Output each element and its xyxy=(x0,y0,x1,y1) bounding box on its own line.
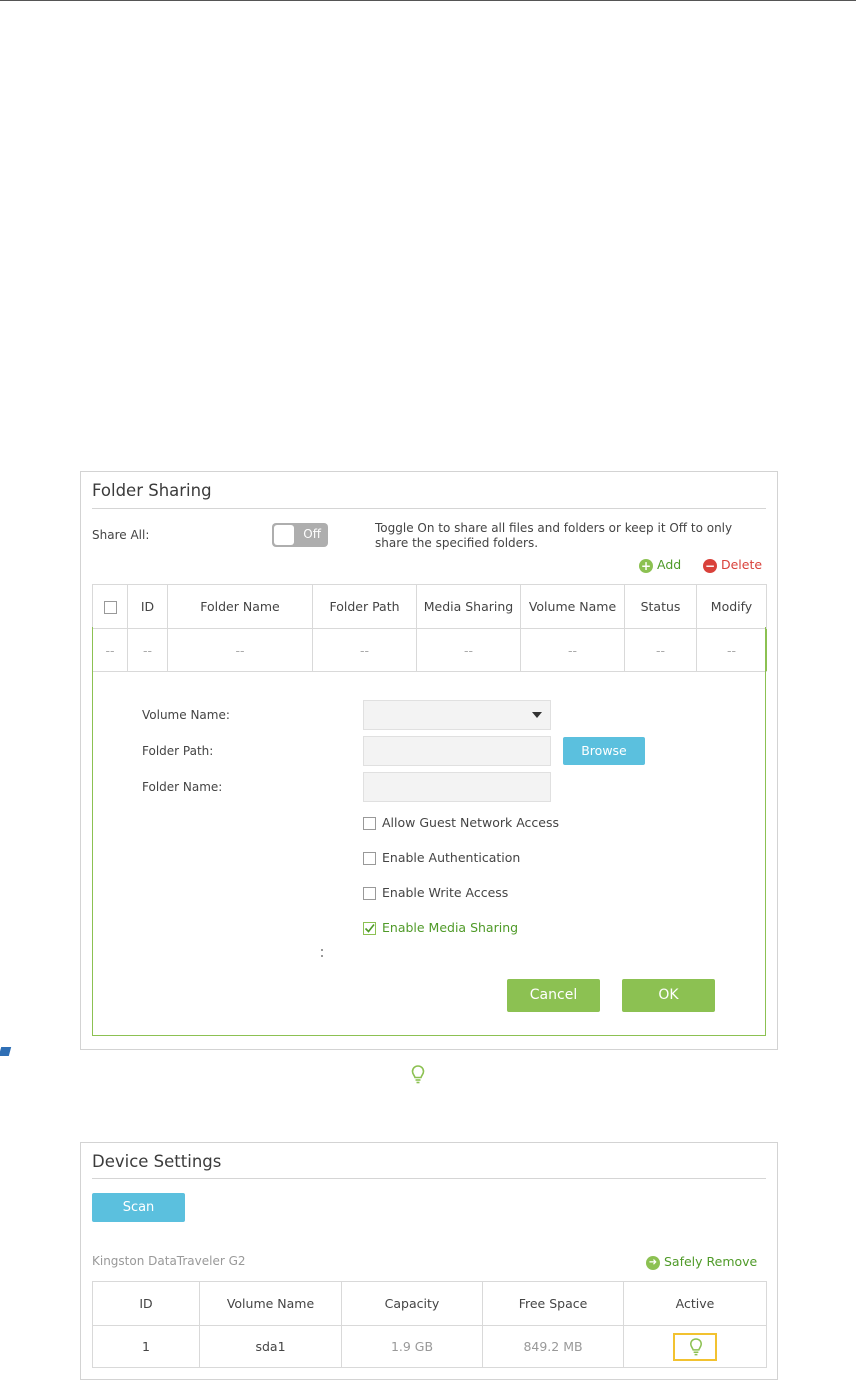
dropdown-arrow-icon xyxy=(532,712,542,718)
share-all-hint: Toggle On to share all files and folders… xyxy=(375,521,733,550)
table-cell: 1 xyxy=(92,1325,200,1368)
bookmark-marker xyxy=(0,1047,12,1056)
column-header: Folder Path xyxy=(312,584,417,629)
media-sharing-option[interactable]: Enable Media Sharing xyxy=(363,920,518,935)
column-header: Volume Name xyxy=(199,1281,342,1326)
folder-path-label: Folder Path: xyxy=(142,744,214,758)
column-header: ID xyxy=(127,584,168,629)
title-divider xyxy=(92,508,766,509)
delete-icon: − xyxy=(703,558,717,573)
table-cell: 849.2 MB xyxy=(482,1325,624,1368)
option-label: Enable Authentication xyxy=(382,850,521,865)
add-button[interactable]: + Add xyxy=(639,557,681,573)
authentication-option[interactable]: Enable Authentication xyxy=(363,850,520,865)
select-all-checkbox[interactable] xyxy=(103,601,117,614)
checkbox-checked-icon[interactable] xyxy=(363,922,376,935)
option-label: Enable Write Access xyxy=(382,885,509,900)
folder-name-label: Folder Name: xyxy=(142,780,223,794)
safely-remove-button[interactable]: ➜ Safely Remove xyxy=(646,1254,757,1270)
page-top-rule xyxy=(0,0,856,1)
table-header-row: ID Folder Name Folder Path Media Sharing… xyxy=(92,584,767,629)
column-header: Active xyxy=(623,1281,767,1326)
panel-title: Folder Sharing xyxy=(92,481,212,500)
column-header: Modify xyxy=(696,584,767,629)
select-all-cell[interactable] xyxy=(92,584,128,629)
guest-access-option[interactable]: Allow Guest Network Access xyxy=(363,815,559,830)
table-cell: 1.9 GB xyxy=(341,1325,483,1368)
column-header: Media Sharing xyxy=(416,584,521,629)
share-all-label: Share All: xyxy=(92,528,150,542)
add-icon: + xyxy=(639,558,653,573)
option-label: Enable Media Sharing xyxy=(382,920,519,935)
active-cell xyxy=(623,1325,767,1368)
active-indicator[interactable] xyxy=(673,1332,717,1361)
device-settings-panel: Device Settings Scan Kingston DataTravel… xyxy=(80,1142,778,1380)
table-cell: sda1 xyxy=(199,1325,342,1368)
folder-path-input[interactable] xyxy=(363,736,551,766)
table-header-row: ID Volume Name Capacity Free Space Activ… xyxy=(92,1281,767,1326)
delete-label: Delete xyxy=(720,557,763,572)
delete-button[interactable]: − Delete xyxy=(703,557,762,573)
safely-remove-icon: ➜ xyxy=(646,1255,660,1270)
toggle-knob xyxy=(274,525,294,545)
safely-remove-label: Safely Remove xyxy=(663,1254,758,1269)
folder-name-input[interactable] xyxy=(363,772,551,802)
toggle-state-label: Off xyxy=(303,527,321,541)
column-header: Folder Name xyxy=(167,584,313,629)
ellipsis-dots xyxy=(321,949,323,963)
checkbox-icon[interactable] xyxy=(363,817,376,830)
checkbox-icon[interactable] xyxy=(363,887,376,900)
ok-button[interactable]: OK xyxy=(622,979,715,1012)
column-header: Capacity xyxy=(341,1281,483,1326)
add-label: Add xyxy=(656,557,682,572)
column-header: Status xyxy=(624,584,697,629)
volume-name-label: Volume Name: xyxy=(142,708,230,722)
panel-title: Device Settings xyxy=(92,1152,222,1171)
write-access-option[interactable]: Enable Write Access xyxy=(363,885,508,900)
cancel-button[interactable]: Cancel xyxy=(507,979,600,1012)
device-table: ID Volume Name Capacity Free Space Activ… xyxy=(92,1281,767,1368)
checkbox-icon[interactable] xyxy=(363,852,376,865)
title-divider xyxy=(92,1178,766,1179)
edit-form-frame xyxy=(92,627,766,1036)
checkmark-icon xyxy=(364,924,375,933)
column-header: ID xyxy=(92,1281,200,1326)
share-all-toggle[interactable]: Off xyxy=(272,523,328,547)
column-header: Volume Name xyxy=(520,584,625,629)
lightbulb-icon xyxy=(411,1065,425,1084)
column-header: Free Space xyxy=(482,1281,624,1326)
scan-button[interactable]: Scan xyxy=(92,1193,185,1222)
lightbulb-icon xyxy=(690,1337,702,1355)
device-name: Kingston DataTraveler G2 xyxy=(92,1254,246,1268)
volume-name-select[interactable] xyxy=(363,700,551,730)
option-label: Allow Guest Network Access xyxy=(382,815,559,830)
browse-button[interactable]: Browse xyxy=(563,737,645,765)
table-row: 1 sda1 1.9 GB 849.2 MB xyxy=(92,1325,767,1368)
